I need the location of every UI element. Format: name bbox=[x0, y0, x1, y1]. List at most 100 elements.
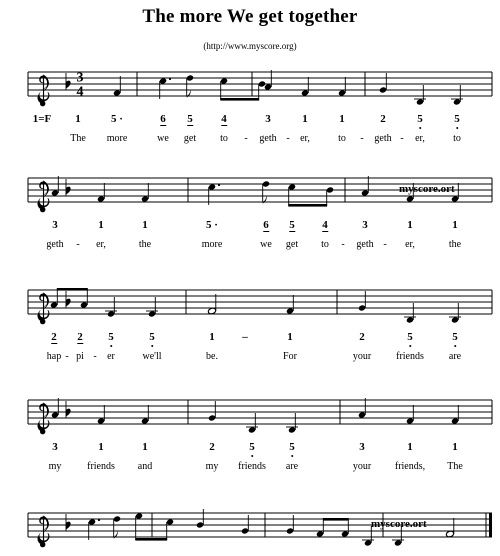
jianpu-number: 1 bbox=[98, 441, 104, 453]
jianpu-number: 3 bbox=[362, 219, 368, 231]
notes-4 bbox=[51, 398, 459, 433]
jianpu-number: 5 bbox=[249, 441, 255, 453]
jianpu-number: 5 · bbox=[206, 219, 218, 231]
jianpu-number: 1 bbox=[302, 113, 308, 125]
watermark-system-5: myscore.ort bbox=[371, 518, 427, 530]
staff-system-1: 3 4 bbox=[27, 70, 493, 107]
lyric-syllable: geth bbox=[356, 239, 374, 250]
jianpu-number: 1 bbox=[75, 113, 81, 125]
jianpu-number: 1 bbox=[287, 331, 293, 343]
lyrics-row: my friends and my friends are your friends, The bbox=[0, 461, 500, 477]
lyric-syllable: geth bbox=[46, 239, 64, 250]
jianpu-number: 5 bbox=[289, 441, 295, 453]
lyric-syllable: geth bbox=[259, 133, 277, 144]
lyric-syllable: pi bbox=[76, 351, 84, 362]
lyric-syllable: get bbox=[285, 239, 299, 250]
lyric-syllable: friends bbox=[238, 461, 266, 472]
lyric-syllable: - bbox=[286, 133, 290, 144]
watermark-system-2: myscore.ort bbox=[399, 183, 455, 195]
lyric-syllable: The bbox=[447, 461, 463, 472]
jianpu-number: 3 bbox=[359, 441, 365, 453]
lyric-syllable: to bbox=[338, 133, 346, 144]
jianpu-number: 1 bbox=[142, 219, 148, 231]
staff-system-3 bbox=[27, 288, 493, 325]
jianpu-number: 5 bbox=[454, 113, 460, 125]
lyric-syllable: to bbox=[220, 133, 228, 144]
key-signature-flat-icon bbox=[65, 401, 71, 418]
lyric-syllable: your bbox=[352, 351, 372, 362]
jianpu-number: 5 · bbox=[111, 113, 123, 125]
lyric-syllable: are bbox=[285, 461, 299, 472]
jianpu-number: 1 bbox=[407, 219, 413, 231]
lyric-syllable: get bbox=[183, 133, 197, 144]
lyric-syllable: and bbox=[137, 461, 153, 472]
jianpu-number: 5 bbox=[417, 113, 423, 125]
lyric-syllable: are bbox=[448, 351, 462, 362]
jianpu-number: 1 bbox=[452, 219, 458, 231]
staff-system-4 bbox=[27, 398, 493, 435]
jianpu-number: 2 bbox=[359, 331, 365, 343]
staff-lines-4 bbox=[28, 399, 492, 425]
key-signature-flat-icon bbox=[65, 179, 71, 196]
lyric-syllable: - bbox=[93, 351, 97, 362]
lyric-syllable: - bbox=[360, 133, 364, 144]
jianpu-number: 2 bbox=[51, 331, 57, 344]
lyric-syllable: we'll bbox=[142, 351, 162, 362]
jianpu-number: 5 bbox=[108, 331, 114, 343]
jianpu-number: 5 bbox=[187, 113, 193, 126]
jianpu-number: 2 bbox=[209, 441, 215, 453]
lyrics-row: geth - er, the more we get to - geth - er, the bbox=[0, 239, 500, 255]
jianpu-number: 2 bbox=[380, 113, 386, 125]
lyric-syllable: be. bbox=[206, 351, 218, 362]
lyric-syllable: - bbox=[65, 351, 69, 362]
lyric-syllable: - bbox=[341, 239, 345, 250]
lyric-syllable: - bbox=[76, 239, 80, 250]
lyric-syllable: we bbox=[260, 239, 272, 250]
key-signature-flat-icon bbox=[65, 514, 71, 531]
staff-lines-3 bbox=[28, 289, 492, 315]
lyric-syllable: to bbox=[453, 133, 461, 144]
jianpu-number: 3 bbox=[52, 441, 58, 453]
lyric-syllable: - bbox=[244, 133, 248, 144]
number-notation-row: 3 1 1 5 · 6 5 4 3 1 1 bbox=[0, 219, 500, 235]
lyric-syllable: - bbox=[383, 239, 387, 250]
lyric-syllable: your bbox=[352, 461, 372, 472]
duration-dot: · bbox=[116, 113, 123, 125]
jianpu-number: 1=F bbox=[32, 113, 52, 125]
jianpu-number: 5 bbox=[407, 331, 413, 343]
jianpu-number: 3 bbox=[52, 219, 58, 231]
lyric-syllable: to bbox=[321, 239, 329, 250]
lyric-syllable: we bbox=[157, 133, 169, 144]
jianpu-number: 1 bbox=[142, 441, 148, 453]
key-signature-flat-icon bbox=[65, 73, 71, 90]
jianpu-number: 1 bbox=[339, 113, 345, 125]
lyric-syllable: the bbox=[138, 239, 152, 250]
key-signature-flat-icon bbox=[65, 291, 71, 308]
lyric-syllable: friends bbox=[87, 461, 115, 472]
jianpu-number: 6 bbox=[263, 219, 269, 232]
lyrics-row: hap - pi - er we'll be. For your friends are bbox=[0, 351, 500, 367]
lyric-syllable: For bbox=[283, 351, 297, 362]
lyric-syllable: er, bbox=[96, 239, 106, 250]
lyric-syllable: er, bbox=[415, 133, 425, 144]
lyric-syllable: hap bbox=[46, 351, 62, 362]
notes-3 bbox=[50, 288, 461, 323]
lyric-syllable: my bbox=[48, 461, 62, 472]
jianpu-number: 2 bbox=[77, 331, 83, 344]
jianpu-number: 6 bbox=[160, 113, 166, 126]
lyric-syllable: friends bbox=[396, 351, 424, 362]
jianpu-number: 5 bbox=[149, 331, 155, 343]
lyric-syllable: er bbox=[107, 351, 115, 362]
jianpu-number: 5 bbox=[452, 331, 458, 343]
jianpu-number: 1 bbox=[407, 441, 413, 453]
lyric-syllable: more bbox=[106, 133, 128, 144]
lyrics-row: The more we get to - geth - er, to - geth - er, to bbox=[0, 133, 500, 149]
number-notation-row: 3 1 1 2 5 5 3 1 1 bbox=[0, 441, 500, 457]
lyric-syllable: er, bbox=[300, 133, 310, 144]
jianpu-number: 4 bbox=[221, 113, 227, 126]
jianpu-number: 4 bbox=[322, 219, 328, 232]
time-signature-numerator: 3 bbox=[77, 71, 84, 86]
jianpu-number: 5 bbox=[289, 219, 295, 232]
jianpu-number: 1 bbox=[452, 441, 458, 453]
lyric-syllable: The bbox=[70, 133, 86, 144]
